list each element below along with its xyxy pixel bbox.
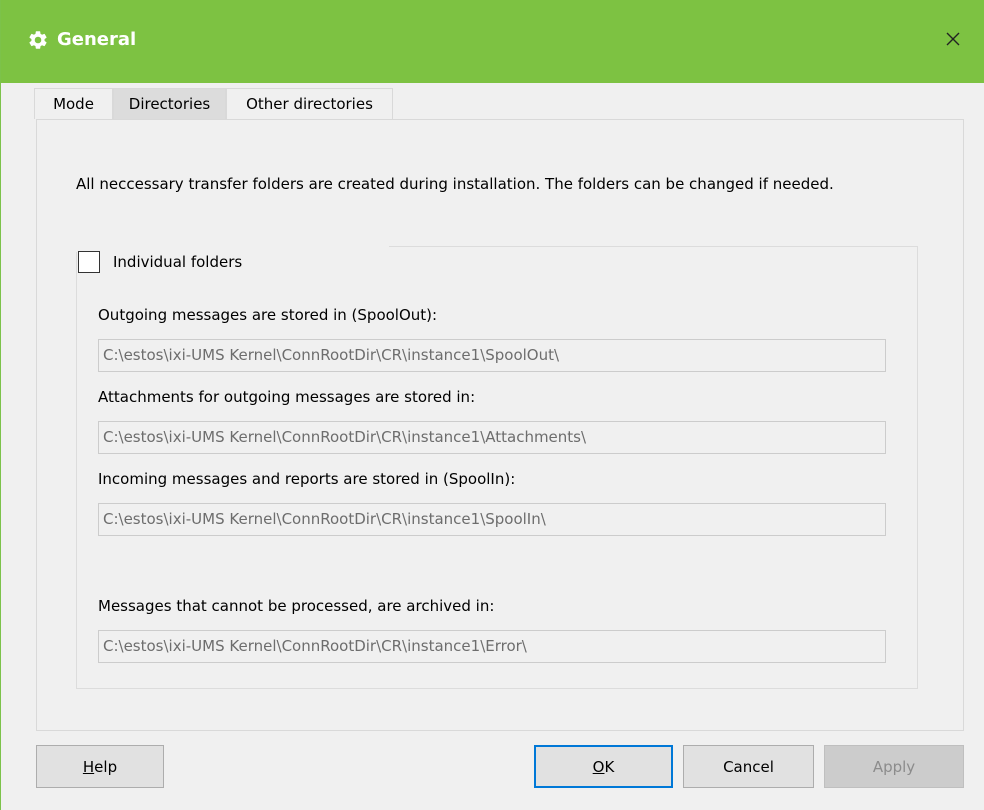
tab-mode[interactable]: Mode — [34, 88, 113, 119]
attachments-field[interactable]: C:\estos\ixi-UMS Kernel\ConnRootDir\CR\i… — [98, 421, 886, 454]
spoolout-field[interactable]: C:\estos\ixi-UMS Kernel\ConnRootDir\CR\i… — [98, 339, 886, 372]
checkbox-box[interactable] — [78, 251, 100, 273]
spoolout-label: Outgoing messages are stored in (SpoolOu… — [98, 306, 438, 324]
spoolin-label: Incoming messages and reports are stored… — [98, 470, 516, 488]
spoolin-field[interactable]: C:\estos\ixi-UMS Kernel\ConnRootDir\CR\i… — [98, 503, 886, 536]
cancel-button[interactable]: Cancel — [683, 745, 814, 788]
help-button-label: elp — [94, 757, 118, 776]
intro-text: All neccessary transfer folders are crea… — [76, 175, 834, 193]
tab-other-directories[interactable]: Other directories — [226, 88, 393, 119]
close-icon — [945, 31, 961, 51]
individual-folders-checkbox[interactable]: Individual folders — [78, 250, 242, 274]
apply-button[interactable]: Apply — [824, 745, 964, 788]
settings-dialog: General Mode Directories Other directori… — [0, 0, 984, 810]
error-label: Messages that cannot be processed, are a… — [98, 597, 495, 615]
title-bar: General — [1, 0, 984, 83]
individual-folders-label: Individual folders — [113, 253, 243, 271]
attachments-label: Attachments for outgoing messages are st… — [98, 388, 476, 406]
close-button[interactable] — [931, 22, 975, 60]
tab-directories[interactable]: Directories — [113, 88, 226, 119]
ok-button[interactable]: OK — [534, 745, 673, 788]
window-title: General — [57, 29, 137, 50]
error-field[interactable]: C:\estos\ixi-UMS Kernel\ConnRootDir\CR\i… — [98, 630, 886, 663]
help-button[interactable]: Help — [36, 745, 164, 788]
gear-icon — [27, 29, 49, 51]
ok-button-mnemonic: O — [592, 757, 605, 776]
help-button-mnemonic: H — [82, 757, 95, 776]
ok-button-label: K — [604, 757, 615, 776]
